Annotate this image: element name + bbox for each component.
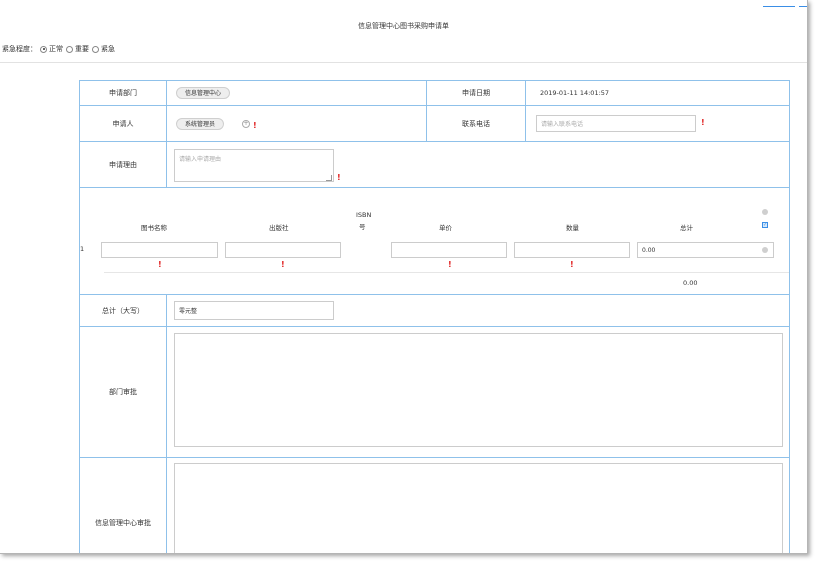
dept-tag: 信息管理中心 [176, 87, 231, 99]
divider [0, 62, 807, 63]
applicant-label: 申请人 [112, 119, 134, 128]
dept-approval-textarea[interactable] [174, 333, 783, 447]
sum-total: 0.00 [683, 279, 698, 287]
required-mark: ! [570, 260, 574, 269]
dept-label: 申请部门 [109, 89, 137, 97]
required-mark: ! [701, 118, 705, 127]
required-mark: ! [281, 260, 285, 269]
select-all-checkbox[interactable]: ✓ [762, 222, 768, 228]
row-divider [80, 141, 789, 142]
book-name-input[interactable] [101, 242, 218, 258]
row-divider [80, 187, 789, 188]
row-divider [80, 457, 789, 458]
reason-label: 申请理由 [109, 160, 137, 169]
center-approval-textarea[interactable] [174, 463, 783, 553]
quantity-input[interactable] [514, 242, 630, 258]
col-header-isbn-line1: ISBN [356, 211, 372, 219]
row-total-field: 0.00 [637, 242, 774, 258]
urgency-option-important: 重要 [75, 45, 89, 53]
date-value: 2019-01-11 14:01:57 [540, 89, 610, 97]
date-label: 申请日期 [462, 89, 490, 97]
form-window: 信息管理中心图书采购申请单 紧急程度： 正常 重要 紧急 申请部门 信息管理中心… [0, 0, 808, 554]
col-header-publisher: 出版社 [269, 224, 289, 232]
required-mark: ! [337, 173, 341, 182]
total-caps-label: 总计（大写） [102, 306, 144, 315]
accent-line [763, 6, 795, 7]
add-user-icon[interactable]: + [242, 120, 250, 128]
applicant-tag: 系统管理员 [176, 118, 225, 130]
required-mark: ! [448, 260, 452, 269]
dept-approval-label: 部门审批 [109, 388, 137, 396]
required-mark: ! [253, 121, 257, 130]
col-header-total: 总计 [680, 224, 693, 232]
row-index: 1 [80, 245, 85, 253]
center-approval-label: 信息管理中心审批 [95, 519, 151, 527]
urgency-radio-important[interactable] [66, 45, 73, 53]
delete-row-icon[interactable] [762, 247, 768, 253]
add-row-icon[interactable] [762, 209, 768, 215]
col-divider [166, 294, 167, 553]
urgency-selector: 紧急程度： 正常 重要 紧急 [2, 44, 115, 54]
urgency-option-normal: 正常 [49, 45, 63, 53]
accent-line [799, 6, 807, 7]
reason-textarea[interactable]: 请输入申请理由 [174, 149, 334, 182]
unit-price-input[interactable] [391, 242, 507, 258]
required-mark: ! [158, 260, 162, 269]
col-header-isbn-line2: 号 [359, 223, 366, 231]
urgency-radio-normal[interactable] [40, 45, 47, 53]
table-divider [104, 272, 789, 273]
row-divider [80, 294, 789, 295]
application-form: 申请部门 信息管理中心 申请日期 2019-01-11 14:01:57 申请人… [79, 80, 790, 553]
urgency-label: 紧急程度： [2, 45, 37, 53]
publisher-input[interactable] [225, 242, 341, 258]
row-divider [80, 326, 789, 327]
col-header-quantity: 数量 [566, 224, 579, 232]
col-header-book-name: 图书名称 [141, 224, 167, 232]
urgency-option-urgent: 紧急 [101, 45, 115, 53]
page-title: 信息管理中心图书采购申请单 [358, 22, 449, 30]
resize-handle-icon[interactable] [326, 175, 332, 181]
col-divider [525, 81, 526, 141]
phone-input[interactable]: 请输入联系电话 [536, 115, 696, 132]
col-header-unit-price: 单价 [439, 224, 452, 232]
phone-label: 联系电话 [462, 119, 490, 128]
total-caps-field: 零元整 [174, 301, 334, 320]
col-divider [166, 81, 167, 187]
urgency-radio-urgent[interactable] [92, 45, 99, 53]
